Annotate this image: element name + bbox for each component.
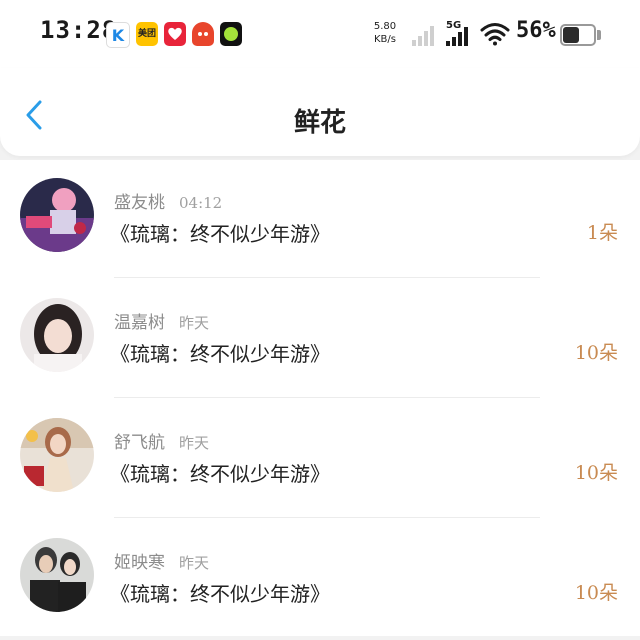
- list-item[interactable]: 舒飞航 昨天 《琉璃：终不似少年游》 10朵: [0, 400, 640, 520]
- k-app-icon: K: [106, 22, 130, 48]
- message-text: 《琉璃：终不似少年游》: [110, 342, 330, 366]
- meituan-app-icon: 美团: [136, 22, 158, 46]
- list-item[interactable]: 盛友桃 04:12 《琉璃：终不似少年游》 1朵: [0, 160, 640, 280]
- sender-line: 盛友桃 04:12: [114, 188, 222, 213]
- divider: [114, 277, 540, 278]
- avatar: [20, 538, 94, 612]
- sender-name: 姬映寒: [114, 553, 165, 573]
- divider: [114, 397, 540, 398]
- avatar: [20, 178, 94, 252]
- message-text: 《琉璃：终不似少年游》: [110, 582, 330, 606]
- list-item[interactable]: 姬映寒 昨天 《琉璃：终不似少年游》 10朵: [0, 520, 640, 640]
- signal-2-icon: [446, 26, 468, 46]
- list-item[interactable]: 温嘉树 昨天 《琉璃：终不似少年游》 10朵: [0, 280, 640, 400]
- avatar: [20, 418, 94, 492]
- flower-count: 1朵: [586, 222, 618, 244]
- network-speed: 5.80 KB/s: [366, 20, 404, 46]
- flower-count: 10朵: [574, 342, 618, 364]
- network-speed-unit: KB/s: [374, 34, 396, 45]
- battery-icon: [560, 24, 596, 46]
- flower-list: 盛友桃 04:12 《琉璃：终不似少年游》 1朵 温嘉树 昨天 《琉璃：终不似少年游…: [0, 160, 640, 636]
- sender-name: 舒飞航: [114, 433, 165, 453]
- sent-time: 昨天: [179, 554, 210, 572]
- divider: [114, 517, 540, 518]
- sender-line: 姬映寒 昨天: [114, 548, 209, 573]
- avatar: [20, 298, 94, 372]
- flower-count: 10朵: [574, 462, 618, 484]
- battery-percent: 56%: [516, 18, 556, 43]
- orange-app-icon: [192, 22, 214, 46]
- message-text: 《琉璃：终不似少年游》: [110, 462, 330, 486]
- battery-fill: [563, 27, 579, 43]
- page-title: 鲜花: [293, 108, 346, 138]
- sender-line: 温嘉树 昨天: [114, 308, 209, 333]
- green-dot-app-icon: [220, 22, 242, 46]
- network-speed-value: 5.80: [373, 21, 397, 32]
- wifi-icon: [480, 23, 510, 46]
- battery-tip: [597, 30, 601, 40]
- sent-time: 04:12: [179, 194, 223, 212]
- sender-name: 温嘉树: [114, 313, 165, 333]
- nav-bar: 鲜花: [0, 68, 640, 156]
- message-text: 《琉璃：终不似少年游》: [110, 222, 330, 246]
- sent-time: 昨天: [179, 434, 210, 452]
- notification-app-icons: K 美团: [106, 22, 242, 48]
- sender-line: 舒飞航 昨天: [114, 428, 209, 453]
- red-app-icon: [164, 22, 186, 46]
- sender-name: 盛友桃: [114, 193, 165, 213]
- status-bar: 13:28 K 美团 5.80 KB/s 5G 56%: [0, 0, 640, 68]
- flower-count: 10朵: [574, 582, 618, 604]
- signal-1-icon: [412, 24, 434, 46]
- sent-time: 昨天: [179, 314, 210, 332]
